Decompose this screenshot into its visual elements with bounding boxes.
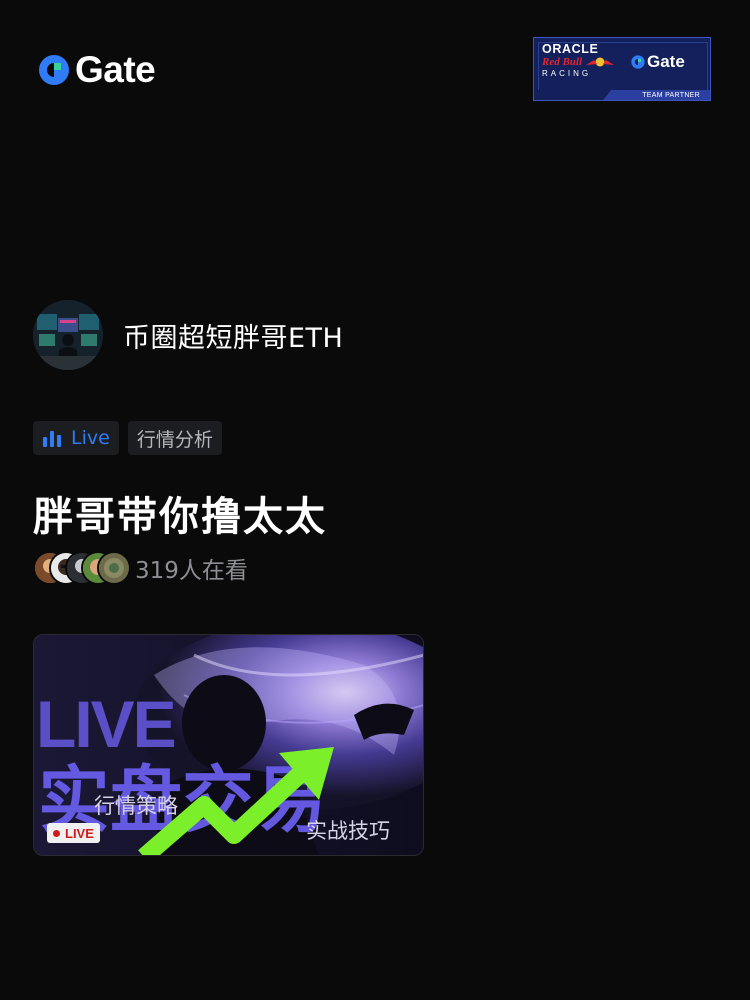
- category-tag[interactable]: 行情分析: [127, 421, 222, 455]
- live-bars-icon: [43, 431, 61, 447]
- viewer-info: 319人在看: [33, 551, 248, 585]
- badge-gate-logo: Gate: [630, 52, 685, 72]
- badge-gate-text: Gate: [647, 52, 685, 71]
- viewer-avatar: [97, 551, 131, 585]
- badge-oracle-text: ORACLE: [542, 42, 599, 56]
- streamer-avatar[interactable]: [33, 300, 103, 370]
- streamer-profile[interactable]: 币圈超短胖哥ETH: [33, 300, 343, 370]
- live-tag: Live: [33, 421, 119, 455]
- stream-title: 胖哥带你撸太太: [33, 494, 327, 540]
- cover-live-badge-label: LIVE: [65, 825, 94, 841]
- stream-tags: Live 行情分析: [33, 421, 231, 455]
- viewer-avatar-stack: [33, 551, 131, 585]
- gate-logo-small-icon: [631, 55, 645, 69]
- badge-team-logo: ORACLE Red Bull RACING: [542, 42, 624, 79]
- cover-live-badge: LIVE: [47, 823, 100, 843]
- brand-name: Gate: [75, 49, 156, 90]
- gate-logo[interactable]: Gate: [36, 49, 156, 90]
- live-dot-icon: [53, 829, 60, 837]
- gate-logo-icon: [39, 55, 69, 85]
- bulls-icon: [586, 57, 615, 67]
- cover-subtitle-strategy: 行情策略: [94, 794, 178, 818]
- stream-cover[interactable]: LIVE 实盘交易 行情策略 实战技巧 LIVE: [33, 634, 424, 856]
- badge-racing-text: RACING: [542, 69, 592, 78]
- category-tag-label: 行情分析: [136, 428, 213, 451]
- cover-live-text: LIVE: [36, 687, 175, 761]
- viewer-count: 319人在看: [135, 558, 248, 584]
- team-partner-badge: ORACLE Red Bull RACING Gate TEAM PARTNER: [533, 37, 711, 101]
- live-stream-page: Gate ORACLE Red Bull RACING Gate TEAM PA…: [0, 0, 750, 1000]
- badge-footer-text: TEAM PARTNER: [642, 92, 700, 99]
- cover-subtitle-skills: 实战技巧: [306, 819, 390, 843]
- streamer-name[interactable]: 币圈超短胖哥ETH: [123, 316, 343, 355]
- badge-redbull-text: Red Bull: [542, 56, 583, 68]
- live-tag-label: Live: [71, 427, 110, 449]
